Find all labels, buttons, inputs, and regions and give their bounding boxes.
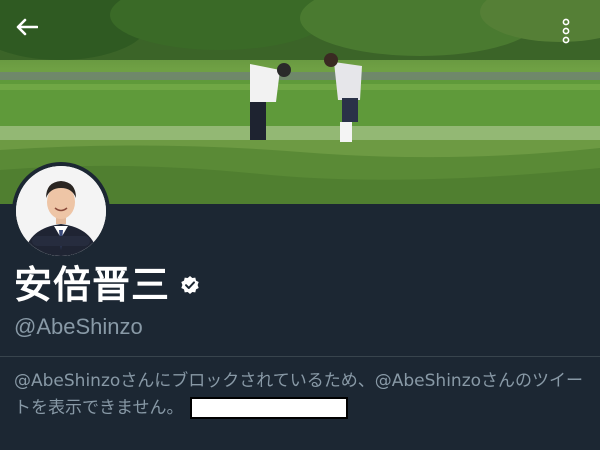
redaction-box — [189, 397, 348, 419]
more-options-button[interactable] — [562, 18, 590, 52]
avatar[interactable] — [12, 162, 110, 260]
profile-handle: @AbeShinzo — [14, 314, 143, 339]
verified-badge-icon — [180, 275, 200, 295]
avatar-photo — [16, 166, 106, 256]
back-button[interactable] — [16, 18, 48, 50]
divider — [0, 356, 600, 357]
arrow-left-icon — [16, 18, 38, 36]
name-row: 安倍晋三 — [14, 262, 200, 308]
display-name: 安倍晋三 — [14, 263, 171, 307]
more-vertical-icon — [562, 18, 570, 44]
blocked-notice: @AbeShinzoさんにブロックされているため、@AbeShinzoさんのツイ… — [14, 368, 590, 422]
